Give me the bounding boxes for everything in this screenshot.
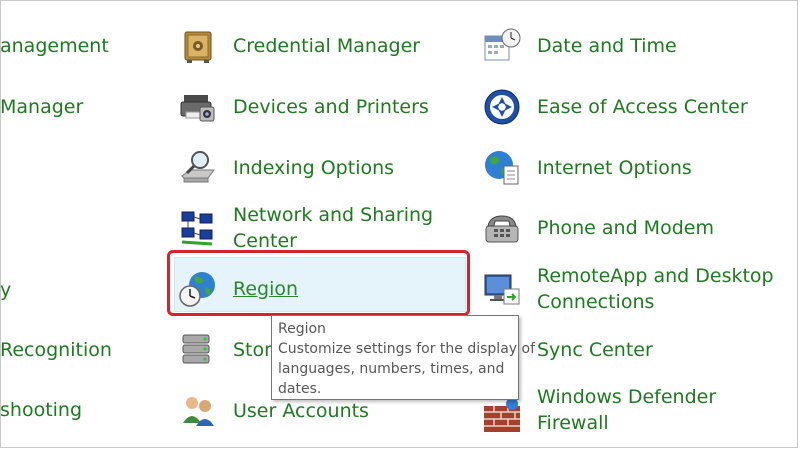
indexing-options-label: Indexing Options bbox=[233, 157, 395, 179]
credential-manager-label: Credential Manager bbox=[233, 35, 421, 57]
ease-of-access-item[interactable]: Ease of Access Center bbox=[482, 87, 748, 127]
left-item-management[interactable]: anagement bbox=[0, 33, 109, 59]
calendar-clock-icon bbox=[482, 26, 522, 66]
network-computers-icon bbox=[178, 208, 218, 248]
remoteapp-label-line1: RemoteApp and Desktop bbox=[537, 265, 774, 287]
user-accounts-label: User Accounts bbox=[233, 400, 369, 422]
storage-spaces-item[interactable]: Stora bbox=[178, 330, 284, 370]
credential-manager-item[interactable]: Credential Manager bbox=[178, 26, 420, 66]
left-item-manager[interactable]: Manager bbox=[0, 94, 83, 120]
phone-modem-item[interactable]: Phone and Modem bbox=[482, 208, 714, 248]
phone-modem-label: Phone and Modem bbox=[537, 217, 714, 239]
left-item-recognition[interactable]: Recognition bbox=[0, 337, 112, 363]
globe-document-icon bbox=[482, 148, 522, 188]
remote-desktop-icon bbox=[482, 269, 522, 309]
network-sharing-text: Network and Sharing Center bbox=[233, 202, 433, 254]
indexing-magnifier-icon bbox=[178, 148, 218, 188]
internet-options-label: Internet Options bbox=[537, 157, 692, 179]
telephone-icon bbox=[482, 208, 522, 248]
windows-defender-firewall-text: Windows Defender Firewall bbox=[537, 384, 716, 436]
sync-center-label: Sync Center bbox=[537, 339, 653, 361]
internet-options-item[interactable]: Internet Options bbox=[482, 148, 692, 188]
left-item-y[interactable]: y bbox=[0, 277, 11, 303]
region-item[interactable]: Region bbox=[178, 269, 298, 309]
network-sharing-item[interactable]: Network and Sharing Center bbox=[178, 202, 433, 254]
safe-vault-icon bbox=[178, 26, 218, 66]
date-time-item[interactable]: Date and Time bbox=[482, 26, 677, 66]
users-icon bbox=[178, 391, 218, 431]
date-time-label: Date and Time bbox=[537, 35, 677, 57]
ease-of-access-label: Ease of Access Center bbox=[537, 96, 748, 118]
remoteapp-label-line2: Connections bbox=[537, 291, 655, 313]
tooltip-line-2: languages, numbers, times, and bbox=[278, 361, 505, 377]
tooltip-line-3: dates. bbox=[278, 381, 322, 397]
devices-printers-label: Devices and Printers bbox=[233, 96, 429, 118]
firewall-brick-icon bbox=[482, 396, 522, 436]
globe-clock-icon bbox=[178, 269, 218, 309]
devices-printers-item[interactable]: Devices and Printers bbox=[178, 87, 429, 127]
left-item-troubleshooting[interactable]: shooting bbox=[0, 397, 82, 423]
windows-defender-label-line2: Firewall bbox=[537, 412, 609, 434]
remoteapp-item[interactable]: RemoteApp and Desktop Connections bbox=[482, 263, 774, 315]
printer-icon bbox=[178, 87, 218, 127]
storage-drives-icon bbox=[178, 330, 218, 370]
tooltip-line-1: Customize settings for the display of bbox=[278, 341, 535, 357]
network-sharing-label-line1: Network and Sharing bbox=[233, 204, 434, 226]
accessibility-icon bbox=[482, 87, 522, 127]
network-sharing-label-line2: Center bbox=[233, 230, 297, 252]
remoteapp-text: RemoteApp and Desktop Connections bbox=[537, 263, 774, 315]
region-tooltip: Region Customize settings for the displa… bbox=[271, 315, 535, 400]
region-link-label: Region bbox=[233, 278, 299, 300]
windows-defender-label-line1: Windows Defender bbox=[537, 386, 717, 408]
indexing-options-item[interactable]: Indexing Options bbox=[178, 148, 394, 188]
tooltip-title: Region bbox=[278, 321, 326, 337]
